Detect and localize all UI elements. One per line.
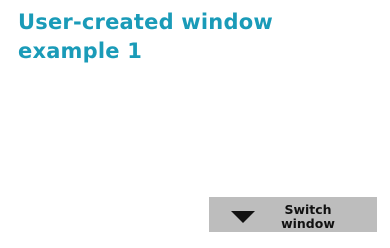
window-title: User-created window example 1: [18, 10, 273, 63]
switch-window-button[interactable]: Switch window: [209, 197, 377, 232]
triangle-down-icon: [231, 211, 255, 223]
switch-window-label: Switch window: [281, 202, 335, 231]
